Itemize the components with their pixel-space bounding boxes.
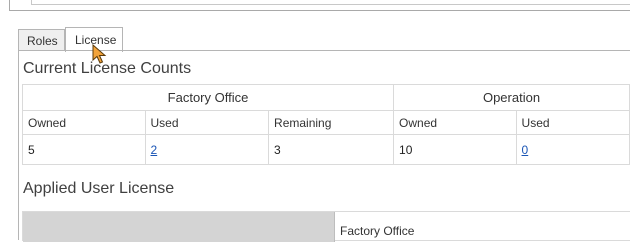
factory-remaining-value: 3: [268, 134, 395, 165]
license-counts-table: Factory Office Operation Owned Used Rema…: [21, 84, 630, 165]
col-header-owned: Owned: [22, 110, 146, 135]
upper-panel-frame: [9, 0, 630, 11]
grid-column-label: Factory Office: [340, 224, 415, 238]
mouse-pointer-icon: [92, 44, 107, 64]
operation-used-link[interactable]: 0: [522, 143, 529, 157]
operation-owned-value: 10: [393, 134, 517, 165]
col-header-used: Used: [144, 110, 270, 135]
applied-user-license-title: Applied User License: [23, 180, 175, 197]
factory-used-link[interactable]: 2: [151, 143, 158, 157]
group-header-factory-office: Factory Office: [21, 84, 395, 111]
group-header-operation: Operation: [393, 84, 630, 111]
factory-owned-value: 5: [22, 134, 146, 165]
col-header-used: Used: [515, 110, 630, 135]
grid-header-blank: [23, 212, 334, 242]
tab-roles[interactable]: Roles: [18, 29, 65, 51]
applied-license-grid: Factory Office: [22, 211, 630, 242]
col-header-remaining: Remaining: [268, 110, 395, 135]
grid-column-header[interactable]: Factory Office: [334, 212, 630, 242]
col-header-owned: Owned: [393, 110, 517, 135]
